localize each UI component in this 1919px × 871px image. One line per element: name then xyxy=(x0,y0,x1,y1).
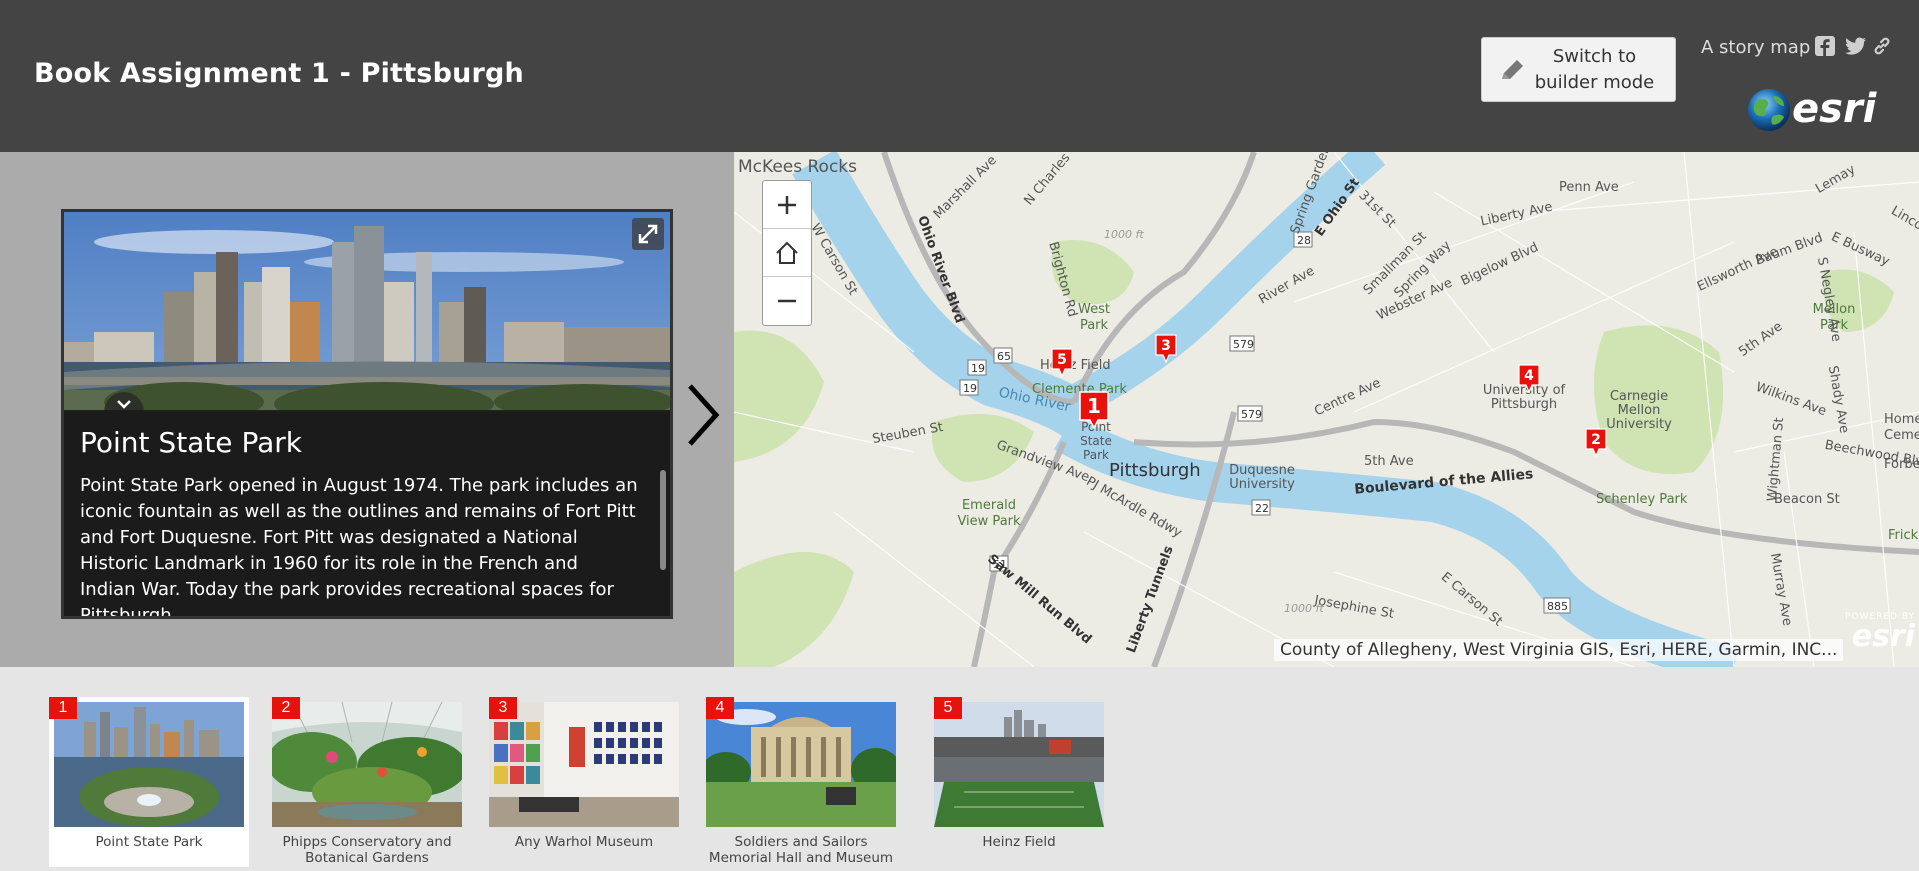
expand-media-button[interactable] xyxy=(632,218,664,250)
powered-by-logo-text: esri xyxy=(1851,619,1915,654)
route-label: 22 xyxy=(1255,502,1269,515)
map-label-cmu: Carnegie Mellon University xyxy=(1606,389,1672,432)
map-label-pittsburgh: Pittsburgh xyxy=(1109,460,1201,481)
map-label-west-park: West Park xyxy=(1078,302,1110,333)
route-label: 579 xyxy=(1233,338,1254,351)
powered-by-esri-logo[interactable]: POWERED BY esri xyxy=(1834,612,1919,662)
map-label-penn-ave: Penn Ave xyxy=(1559,180,1619,195)
thumbnail-caption: Phipps Conservatory and Botanical Garden… xyxy=(282,834,452,866)
map-label-home-ceme: Home Ceme xyxy=(1884,412,1919,443)
route-label: 19 xyxy=(963,382,977,395)
zoom-out-button[interactable] xyxy=(763,277,811,325)
minus-icon xyxy=(778,299,796,303)
thumbnail-number: 1 xyxy=(49,697,77,719)
thumbnail-number: 3 xyxy=(489,697,517,719)
map-label-emerald-view-park: Emerald View Park xyxy=(957,498,1021,529)
pencil-icon xyxy=(1494,51,1532,89)
marker-number: 1 xyxy=(1087,394,1101,418)
entry-description: Point State Park opened in August 1974. … xyxy=(80,475,638,616)
entry-scrollbar[interactable] xyxy=(660,470,666,570)
thumbnail-item[interactable]: 5 Heinz Field xyxy=(934,697,1104,867)
marker-number: 4 xyxy=(1524,368,1534,384)
marker-number: 2 xyxy=(1591,432,1601,448)
map-marker-4[interactable]: 4 xyxy=(1518,364,1540,399)
thumbnail-item[interactable]: 2 Phipps Conservatory and Botanical Gard… xyxy=(272,697,462,867)
thumbnail-image xyxy=(706,702,896,827)
thumbnail-caption: Soldiers and Sailors Memorial Hall and M… xyxy=(708,834,894,866)
map-label-frick: Frick xyxy=(1888,528,1919,543)
thumbnail-carousel: 1 Point State Park 2 Phipps Conservatory… xyxy=(0,667,1919,871)
route-label: 19 xyxy=(971,362,985,375)
home-icon xyxy=(776,241,798,264)
app-title: Book Assignment 1 - Pittsburgh xyxy=(34,58,524,89)
home-button[interactable] xyxy=(763,229,811,277)
map[interactable]: 19 65 19 28 579 579 22 5 1 885 McKees Roc… xyxy=(734,152,1919,667)
map-marker-3[interactable]: 3 xyxy=(1155,334,1177,369)
entry-text-panel: Point State Park Point State Park opened… xyxy=(64,410,670,616)
zoom-controls xyxy=(762,180,812,326)
map-marker-2[interactable]: 2 xyxy=(1585,428,1607,463)
route-label: 885 xyxy=(1547,600,1568,613)
thumbnail-number: 2 xyxy=(272,697,300,719)
link-icon[interactable] xyxy=(1872,36,1894,58)
app-header: Book Assignment 1 - Pittsburgh Switch to… xyxy=(0,0,1919,152)
entry-title: Point State Park xyxy=(80,426,302,459)
twitter-icon[interactable] xyxy=(1845,36,1867,58)
map-label-mckees-rocks: McKees Rocks xyxy=(738,157,857,177)
route-label: 65 xyxy=(997,350,1011,363)
zoom-in-button[interactable] xyxy=(763,181,811,229)
entry-card: Point State Park Point State Park opened… xyxy=(61,209,673,619)
thumbnail-caption: Point State Park xyxy=(95,834,203,850)
thumbnail-item[interactable]: 3 Any Warhol Museum xyxy=(489,697,679,867)
thumbnail-number: 4 xyxy=(706,697,734,719)
story-map-label: A story map xyxy=(1701,37,1811,58)
marker-number: 5 xyxy=(1057,352,1067,368)
map-label-beacon: Beacon St xyxy=(1774,492,1840,507)
thumbnail-image xyxy=(934,702,1104,827)
thumbnail-image xyxy=(489,702,679,827)
facebook-icon[interactable] xyxy=(1815,36,1837,58)
next-entry-button[interactable] xyxy=(680,380,724,450)
map-marker-5[interactable]: 5 xyxy=(1051,348,1073,383)
map-label-fifth-ave: 5th Ave xyxy=(1364,454,1414,469)
plus-icon xyxy=(778,195,796,214)
thumbnail-item[interactable]: 4 Soldiers and Sailors Memorial Hall and… xyxy=(706,697,896,867)
route-label: 28 xyxy=(1297,234,1311,247)
map-label-elevation: 1000 ft xyxy=(1104,228,1144,241)
thumbnail-image xyxy=(54,702,244,827)
route-label: 579 xyxy=(1241,408,1262,421)
esri-logo-text: esri xyxy=(1792,86,1878,132)
map-attribution[interactable]: County of Allegheny, West Virginia GIS, … xyxy=(1274,639,1844,661)
marker-number: 3 xyxy=(1161,338,1171,354)
thumbnail-caption: Any Warhol Museum xyxy=(514,834,654,850)
map-label-elevation: 1000 ft xyxy=(1284,602,1324,615)
map-label-duquesne: Duquesne University xyxy=(1229,463,1295,492)
thumbnail-number: 5 xyxy=(934,697,962,719)
map-marker-1[interactable]: 1 xyxy=(1078,390,1110,435)
thumbnail-item[interactable]: 1 Point State Park xyxy=(49,697,249,867)
switch-builder-mode-button[interactable]: Switch to builder mode xyxy=(1481,37,1676,102)
story-panel: Point State Park Point State Park opened… xyxy=(0,152,734,667)
thumbnail-caption: Heinz Field xyxy=(982,834,1056,850)
thumbnail-image xyxy=(272,702,462,827)
esri-logo[interactable]: esri xyxy=(1746,84,1881,132)
switch-builder-mode-label: Switch to builder mode xyxy=(1534,45,1655,93)
map-label-schenley-park: Schenley Park xyxy=(1596,492,1688,507)
